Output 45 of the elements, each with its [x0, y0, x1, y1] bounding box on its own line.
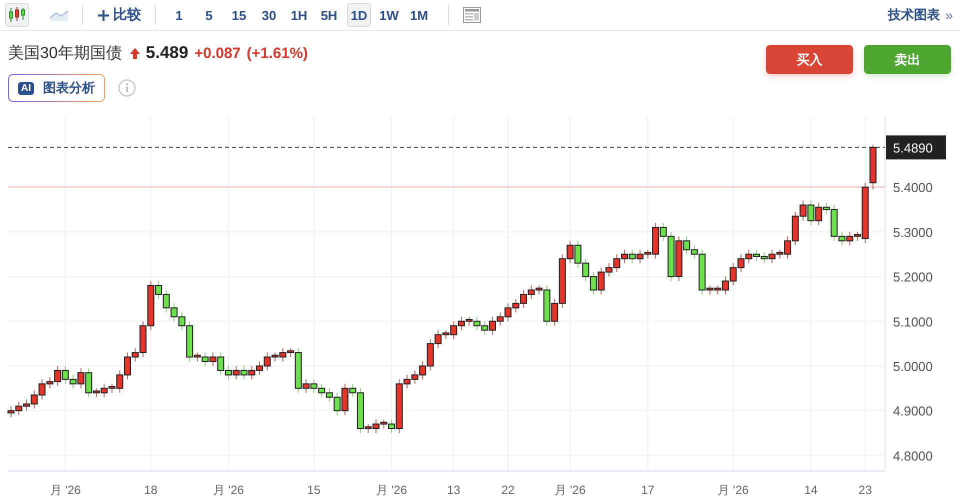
y-axis-label: 4.9000: [893, 404, 933, 419]
compare-button[interactable]: 比较: [94, 3, 144, 27]
interval-button[interactable]: 1M: [407, 3, 431, 27]
y-axis-label: 4.8000: [893, 448, 933, 464]
x-axis-label: 23: [858, 483, 872, 497]
interval-button[interactable]: 15: [227, 3, 251, 27]
candlestick-icon: [8, 6, 26, 24]
x-axis-label: 17: [641, 483, 654, 497]
x-axis-label: 月 '26: [554, 483, 586, 497]
interval-button[interactable]: 1H: [287, 3, 311, 27]
last-price-label: 5.4890: [893, 140, 933, 156]
price-change: +0.087: [194, 44, 241, 62]
interval-button[interactable]: 5: [197, 3, 221, 27]
percent-change: (+1.61%): [246, 44, 308, 62]
y-axis-label: 5.1000: [893, 314, 933, 330]
x-axis-label: 22: [501, 483, 515, 497]
y-axis-label: 5.2000: [893, 270, 933, 285]
x-axis-label: 18: [144, 483, 158, 497]
y-axis-label: 5.3000: [893, 224, 933, 240]
x-axis-label: 13: [446, 483, 460, 497]
plus-icon: [97, 8, 110, 22]
area-chart-icon: [49, 8, 69, 22]
x-axis-label: 月 '26: [376, 483, 408, 497]
x-axis-label: 月 '26: [212, 483, 244, 497]
interval-button[interactable]: 1D: [347, 3, 371, 27]
layout-icon: [463, 7, 481, 23]
double-chevron[interactable]: »: [945, 7, 953, 23]
instrument-name: 美国30年期国债: [8, 44, 122, 64]
last-price: 5.489: [146, 43, 188, 63]
x-axis-label: 15: [307, 483, 321, 497]
interval-button[interactable]: 30: [257, 3, 281, 27]
x-axis-label: 14: [804, 483, 818, 497]
x-axis-label: 月 '26: [50, 483, 81, 497]
last-price-tag: [886, 135, 946, 160]
buy-button[interactable]: 买入: [766, 45, 853, 74]
y-axis-label: 5.0000: [893, 358, 933, 374]
candlestick-chart-button[interactable]: [5, 3, 29, 27]
x-axis-label: 月 '26: [718, 483, 749, 497]
technical-chart-link[interactable]: 技术图表: [888, 6, 940, 24]
interval-button[interactable]: 1W: [377, 3, 401, 27]
y-axis-label: 5.4000: [893, 180, 933, 196]
info-icon[interactable]: [118, 79, 136, 97]
ai-chart-analysis-button[interactable]: AI 图表分析: [8, 74, 105, 102]
interval-button[interactable]: 1: [167, 3, 191, 27]
interval-button[interactable]: 5H: [317, 3, 341, 27]
